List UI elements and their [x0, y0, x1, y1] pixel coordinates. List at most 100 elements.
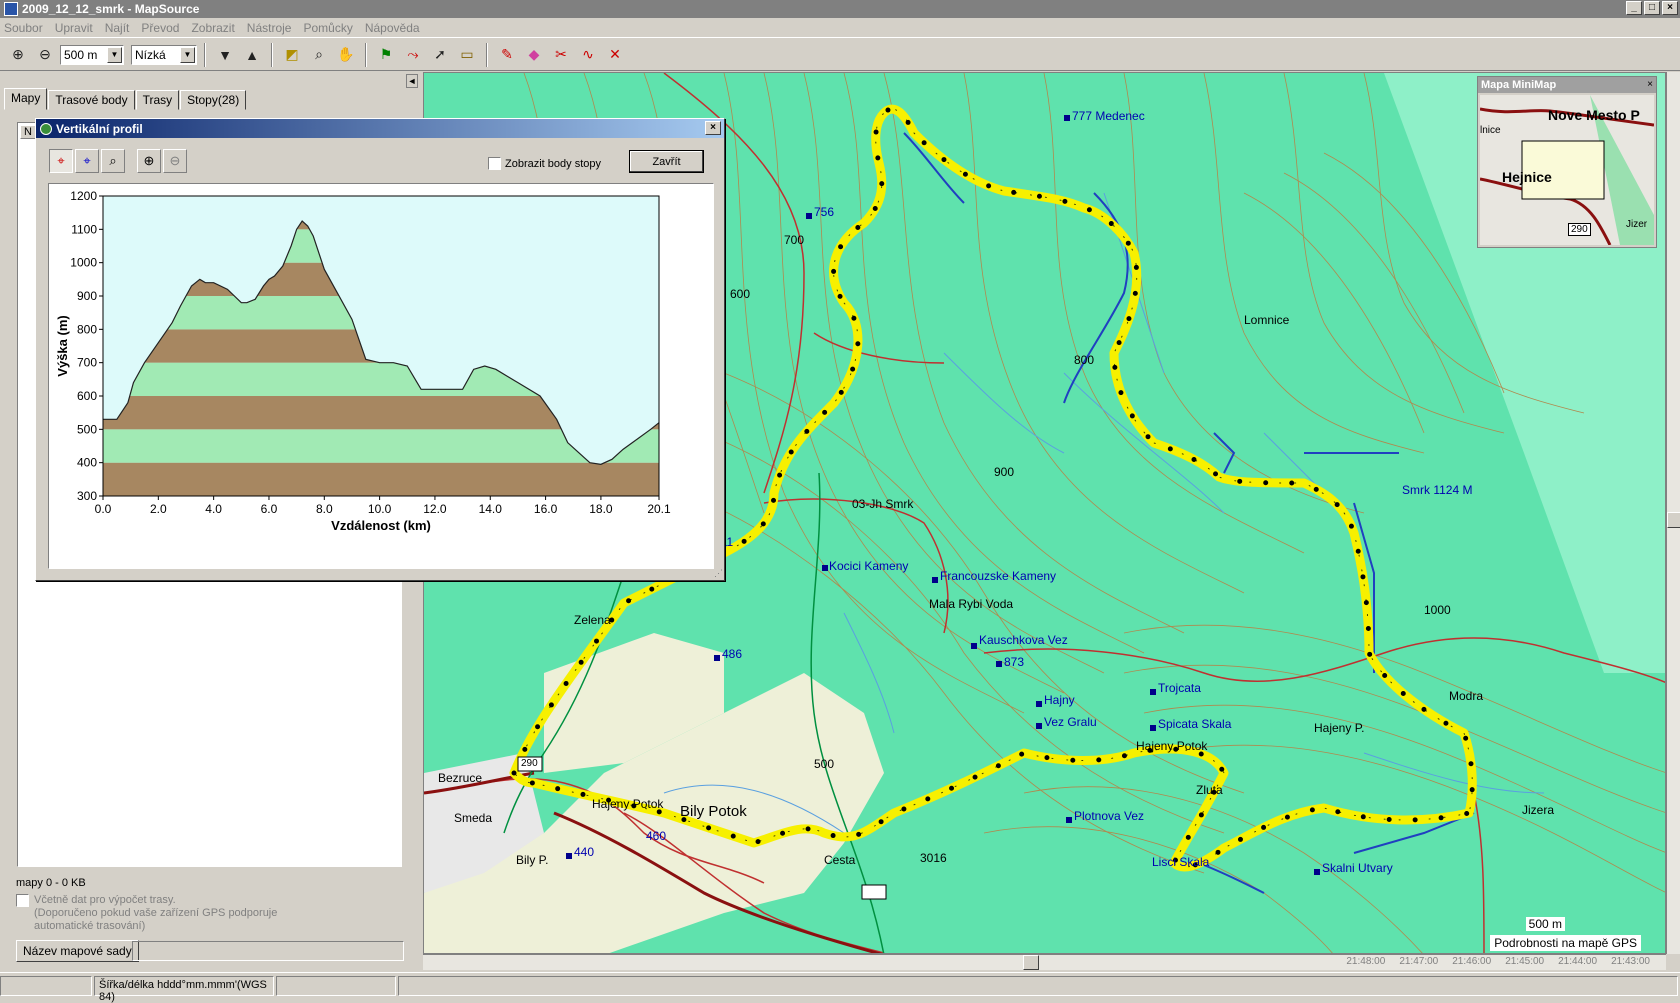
close-icon[interactable]: ×	[1647, 79, 1653, 90]
eraser-icon[interactable]: ◆	[522, 43, 546, 67]
poi-marker[interactable]	[1036, 701, 1042, 707]
map-label-hajeny-p[interactable]: Hajeny P.	[1314, 721, 1364, 735]
poi-marker[interactable]	[714, 655, 720, 661]
map-label-hajny[interactable]: Hajny	[1044, 693, 1075, 707]
dialog-close-action-button[interactable]: Zavřít	[629, 150, 704, 173]
map-label-medenec[interactable]: 777 Medenec	[1072, 109, 1145, 123]
chevron-down-icon[interactable]: ▼	[107, 46, 122, 63]
scroll-thumb[interactable]	[1667, 512, 1680, 528]
map-label-486[interactable]: 486	[722, 647, 742, 661]
map-label-bily-p[interactable]: Bily P.	[516, 853, 548, 867]
map-label-lomnice[interactable]: Lomnice	[1244, 313, 1289, 327]
map-label-cesta[interactable]: Cesta	[824, 853, 855, 867]
poi-marker[interactable]	[932, 577, 938, 583]
map-select-icon[interactable]: ◩	[280, 43, 304, 67]
zoom-out-icon[interactable]: ⊖	[163, 149, 187, 173]
map-label-bezruce[interactable]: Bezruce	[438, 771, 482, 785]
menu-pomucky[interactable]: Pomůcky	[303, 21, 352, 35]
close-button[interactable]: ×	[1662, 1, 1678, 15]
map-label-zelena[interactable]: Zelena	[574, 613, 611, 627]
include-routing-checkbox[interactable]	[16, 894, 29, 907]
pencil-icon[interactable]: ✎	[495, 43, 519, 67]
poi-marker[interactable]	[1150, 725, 1156, 731]
menu-napoveda[interactable]: Nápověda	[365, 21, 420, 35]
map-set-name-field[interactable]	[132, 941, 404, 961]
map-label-smrk[interactable]: Smrk 1124 M	[1402, 483, 1472, 497]
map-label-plotnova-vez[interactable]: Plotnova Vez	[1074, 809, 1144, 823]
map-label-756[interactable]: 756	[814, 205, 834, 219]
map-vertical-scrollbar[interactable]	[1666, 72, 1680, 954]
map-label-873[interactable]: 873	[1004, 655, 1024, 669]
map-label-bily-potok[interactable]: Bily Potok	[680, 803, 747, 820]
route-tool-icon[interactable]: ⤳	[401, 43, 425, 67]
crosshair-red-icon[interactable]: ⌖	[49, 149, 73, 173]
tab-trasy[interactable]: Trasy	[135, 90, 180, 110]
map-label-kocici-kameny[interactable]: Kocici Kameny	[829, 559, 908, 573]
resize-grip-icon[interactable]: ⋰	[714, 568, 723, 579]
list-column-header[interactable]: N	[20, 125, 36, 139]
zoom-out-icon[interactable]: ⊖	[33, 43, 57, 67]
map-label-zluta[interactable]: Zluta	[1196, 783, 1223, 797]
selection-arrow-icon[interactable]: ➚	[428, 43, 452, 67]
menu-soubor[interactable]: Soubor	[4, 21, 43, 35]
join-track-icon[interactable]: ∿	[576, 43, 600, 67]
map-label-trojcata[interactable]: Trojcata	[1158, 681, 1201, 695]
poi-marker[interactable]	[996, 661, 1002, 667]
show-track-points-checkbox[interactable]	[488, 157, 501, 170]
send-to-device-icon[interactable]: ▲	[240, 43, 264, 67]
tab-mapy[interactable]: Mapy	[4, 88, 48, 110]
map-label-spicata-skala[interactable]: Spicata Skala	[1158, 717, 1231, 731]
menu-zobrazit[interactable]: Zobrazit	[191, 21, 234, 35]
zoom-area-icon[interactable]: ⌕	[101, 149, 125, 173]
receive-from-device-icon[interactable]: ▼	[213, 43, 237, 67]
menu-upravit[interactable]: Upravit	[55, 21, 93, 35]
map-label-3016[interactable]: 3016	[920, 851, 947, 865]
scroll-thumb[interactable]	[1023, 955, 1039, 970]
minimap-canvas[interactable]: Nove Mesto P Hejnice lnice Jizer 290	[1480, 95, 1654, 245]
poi-marker[interactable]	[971, 643, 977, 649]
vertical-profile-dialog[interactable]: Vertikální profil × ⌖ ⌖ ⌕ ⊕ ⊖ Zobrazit b…	[35, 118, 725, 581]
menu-prevod[interactable]: Převod	[141, 21, 179, 35]
map-label-hajeny-potok[interactable]: Hajeny Potok	[1136, 739, 1207, 753]
tab-trasove-body[interactable]: Trasové body	[48, 90, 135, 110]
zoom-in-icon[interactable]: ⊕	[6, 43, 30, 67]
poi-marker[interactable]	[822, 565, 828, 571]
map-label-francouzske-kameny[interactable]: Francouzske Kameny	[940, 569, 1056, 583]
poi-marker[interactable]	[1314, 869, 1320, 875]
elevation-profile-chart[interactable]: 300 400 500 600 700 800 900 1000 1100 1200 0.0 2.0 4…	[49, 184, 713, 568]
poi-marker[interactable]	[566, 853, 572, 859]
menu-najit[interactable]: Najít	[105, 21, 130, 35]
map-label-kauschkova-vez[interactable]: Kauschkova Vez	[979, 633, 1068, 647]
chevron-down-icon[interactable]: ▼	[180, 46, 195, 63]
dialog-close-button[interactable]: ×	[705, 121, 721, 135]
poi-marker[interactable]	[1066, 817, 1072, 823]
poi-marker[interactable]	[1150, 689, 1156, 695]
map-label-lisci-skala[interactable]: Lisci Skala	[1152, 855, 1209, 869]
map-set-name-button[interactable]: Název mapové sady	[16, 940, 139, 962]
crosshair-blue-icon[interactable]: ⌖	[75, 149, 99, 173]
zoom-in-icon[interactable]: ⊕	[137, 149, 161, 173]
minimap-window[interactable]: Mapa MiniMap × Nove Mesto P Hejnice lnic…	[1477, 76, 1657, 248]
poi-marker[interactable]	[1036, 723, 1042, 729]
map-label-jizera[interactable]: Jizera	[1522, 803, 1554, 817]
minimize-button[interactable]: _	[1626, 1, 1642, 15]
split-track-icon[interactable]: ✂	[549, 43, 573, 67]
panel-pin-icon[interactable]: ◄	[406, 74, 418, 88]
dialog-title-bar[interactable]: Vertikální profil	[36, 119, 724, 138]
detail-select[interactable]: Nízká ▼	[131, 44, 197, 65]
tab-stopy[interactable]: Stopy(28)	[180, 90, 247, 110]
poi-marker[interactable]	[1064, 115, 1070, 121]
zoom-scale-select[interactable]: 500 m ▼	[60, 44, 124, 65]
map-label-vez-gralu[interactable]: Vez Gralu	[1044, 715, 1097, 729]
distance-ruler-icon[interactable]: ▭	[455, 43, 479, 67]
map-label-mala-rybi-voda[interactable]: Mala Rybi Voda	[929, 597, 1013, 611]
poi-marker[interactable]	[806, 213, 812, 219]
zoom-tool-icon[interactable]: ⌕	[307, 43, 331, 67]
map-horizontal-scrollbar[interactable]: 21:48:00 21:47:00 21:46:00 21:45:00 21:4…	[423, 954, 1666, 970]
map-label-hajeny-potok-village[interactable]: Hajeny Potok	[592, 797, 663, 811]
map-label-skalni-utvary[interactable]: Skalni Utvary	[1322, 861, 1393, 875]
waypoint-flag-icon[interactable]: ⚑	[374, 43, 398, 67]
hand-tool-icon[interactable]: ✋	[334, 43, 358, 67]
map-label-460[interactable]: 460	[646, 829, 666, 843]
maximize-button[interactable]: □	[1644, 1, 1660, 15]
